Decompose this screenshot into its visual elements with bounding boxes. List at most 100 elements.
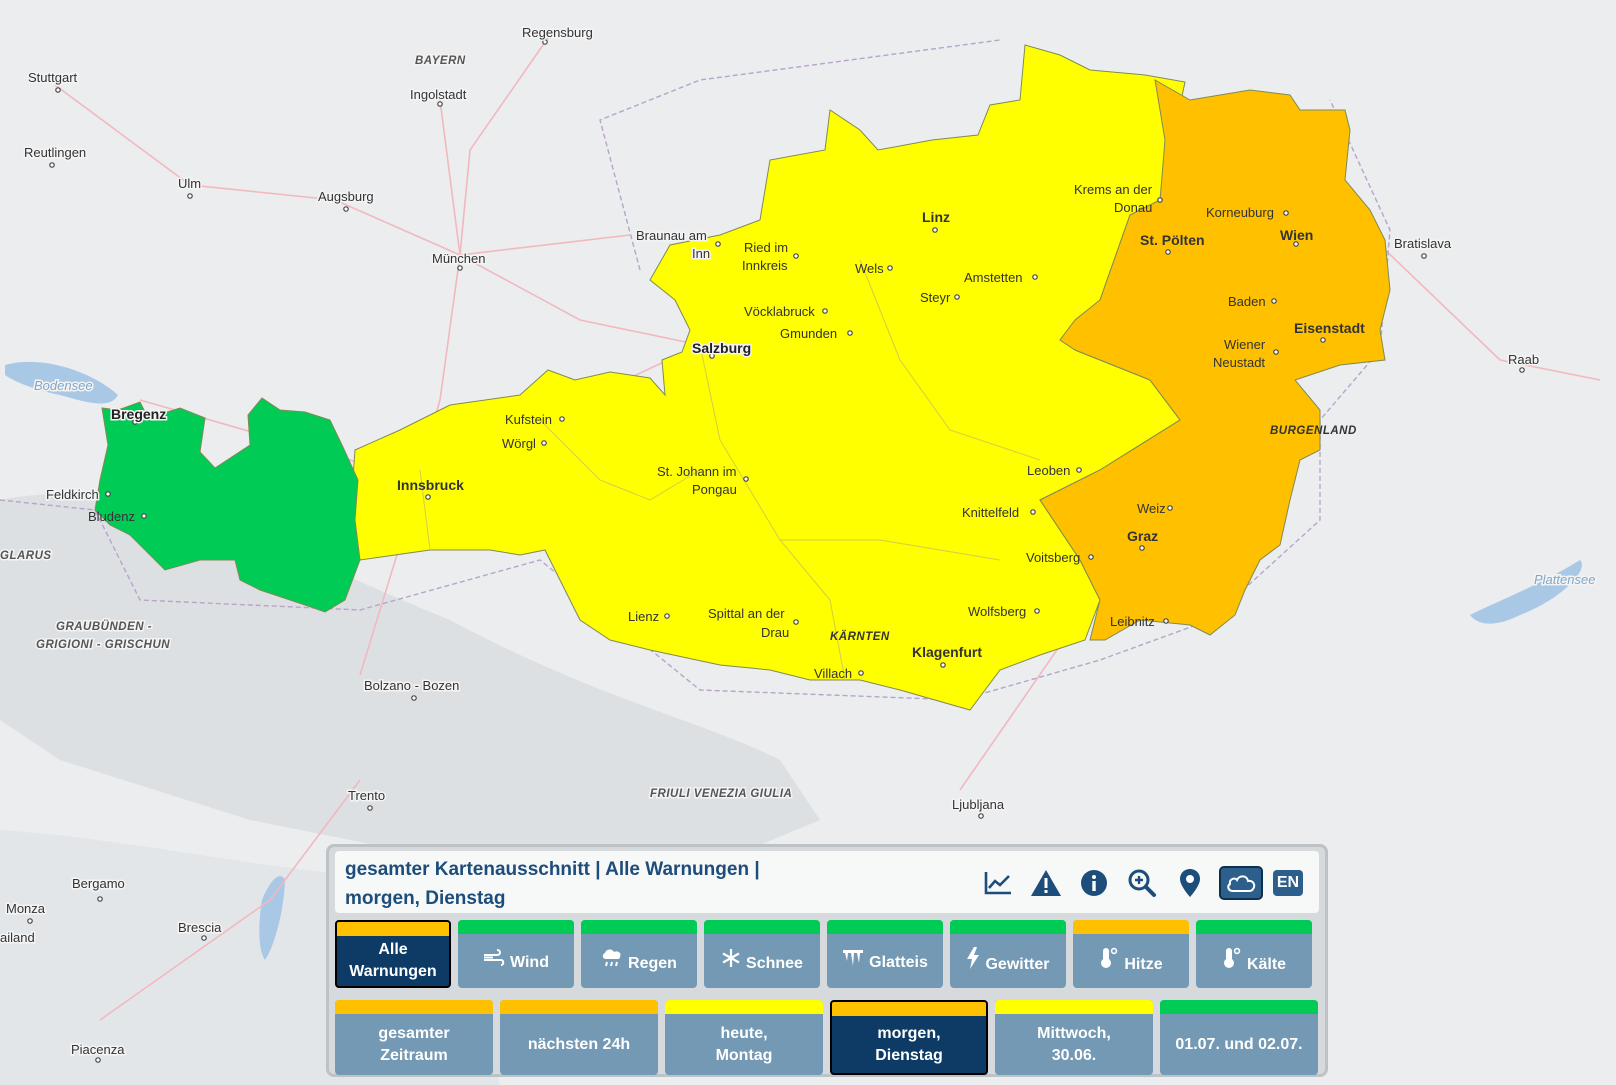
svg-text:Wolfsberg: Wolfsberg: [968, 604, 1026, 619]
svg-text:Wörgl: Wörgl: [502, 436, 536, 451]
period-label-line2: 30.06.: [1051, 1046, 1097, 1064]
category-button-2[interactable]: Regen: [581, 920, 697, 988]
warning-level-bar: [827, 920, 943, 934]
warning-level-bar: [337, 922, 449, 936]
heat-thermometer-icon: [1099, 947, 1119, 969]
svg-text:Piacenza: Piacenza: [71, 1042, 125, 1057]
svg-text:Bratislava: Bratislava: [1394, 236, 1452, 251]
label-graubuenden-2: GRIGIONI - GRISCHUN: [36, 639, 170, 651]
svg-text:Ried im: Ried im: [744, 240, 788, 255]
chart-icon[interactable]: [979, 865, 1017, 901]
selection-summary-line2: morgen, Dienstag: [345, 888, 506, 909]
warning-level-bar: [950, 920, 1066, 934]
snow-icon: [721, 948, 741, 968]
warning-level-bar: [704, 920, 820, 934]
warning-level-bar: [1073, 920, 1189, 934]
category-content: Schnee: [721, 948, 803, 975]
svg-text:Salzburg: Salzburg: [692, 340, 751, 356]
zoom-icon[interactable]: [1123, 865, 1161, 901]
svg-text:St. Johann im: St. Johann im: [657, 464, 737, 479]
category-button-4[interactable]: Glatteis: [827, 920, 943, 988]
category-button-0[interactable]: Alle Warnungen: [335, 920, 451, 988]
warning-map-view: Regensburg BAYERN Stuttgart Ingolstadt R…: [0, 0, 1616, 1085]
period-label-line1: 01.07. und 02.07.: [1175, 1035, 1303, 1053]
period-label-line2: Dienstag: [875, 1046, 943, 1064]
category-label: Schnee: [746, 954, 803, 972]
svg-text:Wiener: Wiener: [1224, 337, 1266, 352]
svg-text:Raab: Raab: [1508, 352, 1539, 367]
warning-level-bar: [995, 1000, 1153, 1014]
location-pin-icon[interactable]: [1171, 865, 1209, 901]
category-button-7[interactable]: Kälte: [1196, 920, 1312, 988]
selection-summary-line1: gesamter Kartenausschnitt | Alle Warnung…: [345, 859, 760, 880]
svg-text:Reutlingen: Reutlingen: [24, 145, 86, 160]
language-icon[interactable]: EN: [1273, 870, 1303, 896]
period-button-2[interactable]: heute, Montag: [665, 1000, 823, 1075]
toolbar: EN: [979, 865, 1303, 901]
svg-text:Gmunden: Gmunden: [780, 326, 837, 341]
svg-text:Voitsberg: Voitsberg: [1026, 550, 1080, 565]
period-label: morgen, Dienstag: [875, 1023, 943, 1067]
svg-text:Klagenfurt: Klagenfurt: [912, 644, 982, 660]
svg-text:Neustadt: Neustadt: [1213, 355, 1265, 370]
svg-text:Bolzano - Bozen: Bolzano - Bozen: [364, 678, 459, 693]
warning-icon[interactable]: [1027, 865, 1065, 901]
warning-level-bar: [832, 1002, 986, 1016]
svg-text:Baden: Baden: [1228, 294, 1266, 309]
label-graubuenden: GRAUBÜNDEN -: [56, 620, 152, 633]
period-button-5[interactable]: 01.07. und 02.07.: [1160, 1000, 1318, 1075]
category-content: Glatteis: [842, 949, 928, 974]
svg-text:Stuttgart: Stuttgart: [28, 70, 78, 85]
category-label: Glatteis: [869, 953, 928, 971]
svg-text:Wels: Wels: [855, 261, 884, 276]
category-content: Alle Warnungen: [343, 939, 443, 983]
svg-text:Ingolstadt: Ingolstadt: [410, 87, 467, 102]
svg-text:Vöcklabruck: Vöcklabruck: [744, 304, 815, 319]
warning-level-bar: [1160, 1000, 1318, 1014]
info-icon[interactable]: [1075, 865, 1113, 901]
svg-text:Weiz: Weiz: [1137, 501, 1166, 516]
svg-text:Eisenstadt: Eisenstadt: [1294, 320, 1365, 336]
period-label-line1: heute,: [720, 1024, 768, 1042]
svg-text:Donau: Donau: [1114, 200, 1152, 215]
warning-level-bar: [581, 920, 697, 934]
label-friuli: FRIULI VENEZIA GIULIA: [650, 788, 792, 800]
warning-level-bar: [335, 1000, 493, 1014]
period-button-1[interactable]: nächsten 24h: [500, 1000, 658, 1075]
svg-text:Innkreis: Innkreis: [742, 258, 788, 273]
svg-text:Ulm: Ulm: [178, 176, 201, 191]
svg-text:Feldkirch: Feldkirch: [46, 487, 99, 502]
period-label: 01.07. und 02.07.: [1175, 1034, 1302, 1056]
place-bregenz: Bregenz: [110, 405, 168, 425]
cold-thermometer-icon: [1222, 947, 1242, 969]
category-button-3[interactable]: Schnee: [704, 920, 820, 988]
warning-level-bar: [500, 1000, 658, 1014]
label-burgenland: BURGENLAND: [1270, 425, 1357, 437]
svg-text:München: München: [432, 251, 485, 266]
panel-header: gesamter Kartenausschnitt | Alle Warnung…: [335, 851, 1319, 913]
svg-text:Inn: Inn: [692, 246, 710, 261]
svg-text:Bludenz: Bludenz: [88, 509, 135, 524]
svg-text:Leoben: Leoben: [1027, 463, 1070, 478]
svg-text:Korneuburg: Korneuburg: [1206, 205, 1274, 220]
period-button-4[interactable]: Mittwoch, 30.06.: [995, 1000, 1153, 1075]
warning-level-bar: [1196, 920, 1312, 934]
category-button-5[interactable]: Gewitter: [950, 920, 1066, 988]
warning-control-panel: gesamter Kartenausschnitt | Alle Warnung…: [326, 844, 1328, 1077]
category-label: Regen: [628, 954, 677, 972]
period-button-3[interactable]: morgen, Dienstag: [830, 1000, 988, 1075]
period-label-line2: Montag: [715, 1046, 773, 1064]
period-label-line1: nächsten 24h: [527, 1035, 631, 1053]
category-content: Kälte: [1222, 947, 1286, 976]
svg-text:Krems an der: Krems an der: [1074, 182, 1153, 197]
label-kaernten: KÄRNTEN: [830, 630, 890, 643]
period-button-0[interactable]: gesamter Zeitraum: [335, 1000, 493, 1075]
svg-text:Steyr: Steyr: [920, 290, 951, 305]
cloud-icon[interactable]: [1219, 866, 1263, 900]
period-label-line1: morgen,: [877, 1024, 941, 1042]
ice-icon: [842, 949, 864, 967]
category-button-1[interactable]: Wind: [458, 920, 574, 988]
period-label: nächsten 24h: [528, 1034, 630, 1056]
category-button-6[interactable]: Hitze: [1073, 920, 1189, 988]
category-label: Kälte: [1246, 955, 1287, 973]
